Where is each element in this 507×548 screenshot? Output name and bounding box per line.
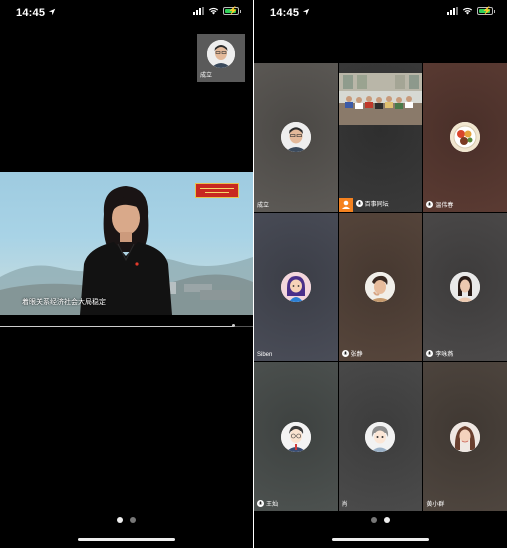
signal-icon	[193, 7, 204, 15]
participant-name: 张静	[350, 352, 363, 359]
participant-label: 黄小群	[426, 499, 444, 508]
participant-name: Siben	[257, 352, 273, 359]
wifi-icon	[208, 7, 219, 15]
mic-icon	[341, 350, 349, 358]
participant-tile[interactable]: 李咏燕	[423, 212, 507, 362]
participant-tile[interactable]: Siben	[254, 212, 338, 362]
participant-label: Siben	[257, 352, 272, 358]
presenter-figure	[80, 186, 172, 315]
participant-name: 黄小群	[426, 502, 445, 508]
participant-avatar	[365, 271, 396, 302]
participant-label: 成立	[257, 200, 269, 209]
participant-name: 百事同坛	[364, 201, 389, 208]
participant-avatar	[450, 271, 481, 302]
participant-tile[interactable]: 成立	[254, 63, 338, 212]
participant-name: 王灿	[266, 502, 279, 508]
participant-avatar	[365, 421, 396, 452]
participant-tile[interactable]: 温伟春	[423, 63, 507, 212]
signal-icon	[447, 7, 458, 15]
participant-avatar	[280, 271, 311, 302]
page-indicator	[254, 517, 507, 523]
participant-label: 王灿	[257, 499, 278, 508]
participant-tile[interactable]: 张静	[338, 212, 423, 362]
video-subtitle: 着眼关系经济社会大局稳定	[22, 299, 106, 306]
video-progress-bar[interactable]	[0, 326, 253, 327]
mic-icon	[257, 500, 264, 507]
page-indicator	[0, 517, 253, 523]
participant-tile[interactable]: 肖	[338, 362, 423, 511]
participant-name: 李咏燕	[435, 352, 454, 359]
participant-avatar	[280, 421, 311, 452]
participant-avatar	[450, 421, 481, 452]
person-badge-icon	[338, 197, 353, 212]
participant-tile[interactable]: 百事同坛	[338, 63, 423, 212]
status-time: 14:45	[270, 7, 300, 19]
self-view-thumbnail[interactable]: 成立	[197, 34, 245, 82]
participant-name: 成立	[257, 202, 270, 209]
participant-avatar	[450, 122, 481, 153]
status-bar: 14:45 ⚡	[0, 0, 253, 26]
participant-video	[338, 73, 423, 125]
page-dot[interactable]	[117, 517, 123, 523]
participant-label: 李咏燕	[426, 349, 453, 358]
location-arrow-icon	[302, 8, 310, 16]
wifi-icon	[462, 7, 473, 15]
participant-label: 百事同坛	[355, 199, 389, 208]
shared-video[interactable]: 着眼关系经济社会大局稳定	[0, 172, 253, 315]
status-bar: 14:45 ⚡	[254, 0, 507, 26]
home-indicator[interactable]	[78, 538, 175, 541]
participant-avatar	[280, 122, 311, 153]
participant-grid: 成立 百事同坛 温伟春 Siben 张静 李咏燕王灿 肖 黄小群	[254, 63, 507, 511]
progress-scrubber[interactable]	[232, 324, 235, 327]
participant-tile[interactable]: 黄小群	[423, 362, 507, 511]
status-time: 14:45	[16, 7, 46, 19]
page-dot[interactable]	[384, 517, 390, 523]
battery-icon: ⚡	[477, 6, 495, 15]
location-arrow-icon	[48, 8, 56, 16]
mic-icon	[355, 199, 363, 207]
page-dot[interactable]	[371, 517, 377, 523]
self-view-name: 成立	[200, 73, 213, 79]
news-banner	[195, 183, 239, 198]
participant-name: 肖	[341, 502, 348, 508]
mic-icon	[426, 350, 434, 358]
self-avatar	[207, 40, 235, 68]
page-dot[interactable]	[130, 517, 136, 523]
battery-icon: ⚡	[223, 6, 241, 15]
participant-tile[interactable]: 王灿	[254, 362, 338, 511]
left-phone-screen: 14:45 ⚡ 成立 着眼关系经济社会大局稳定	[0, 0, 253, 548]
right-phone-screen: 14:45 ⚡ 成立 百事同坛 温伟春 Siben 张静 李咏燕王灿 肖 黄小群	[254, 0, 507, 548]
home-indicator[interactable]	[332, 538, 429, 541]
participant-label: 温伟春	[426, 200, 453, 209]
participant-name: 温伟春	[435, 202, 454, 209]
mic-icon	[426, 200, 434, 208]
participant-label: 张静	[341, 349, 363, 359]
participant-label: 肖	[342, 499, 348, 508]
